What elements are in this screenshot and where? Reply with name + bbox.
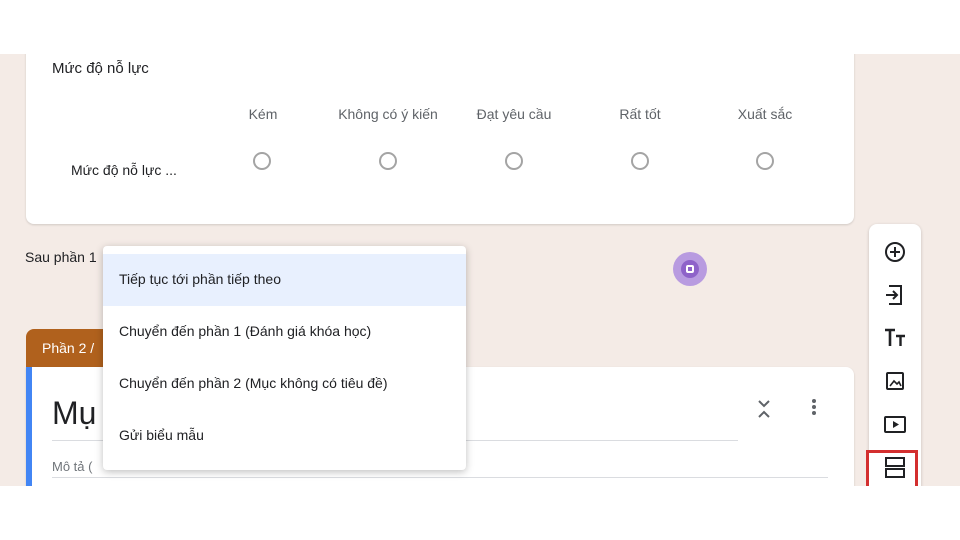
- section-description[interactable]: Mô tả (: [52, 459, 92, 474]
- go-to-section-dropdown[interactable]: Tiếp tục tới phần tiếp theo Chuyển đến p…: [103, 246, 466, 470]
- more-options-icon[interactable]: [806, 395, 822, 419]
- add-image-icon[interactable]: [879, 365, 911, 397]
- radio-button[interactable]: [756, 152, 774, 170]
- floating-extension-icon[interactable]: [673, 252, 707, 286]
- add-question-icon[interactable]: [879, 236, 911, 268]
- side-toolbar: [869, 224, 921, 486]
- import-questions-icon[interactable]: [879, 279, 911, 311]
- add-section-highlight: [866, 450, 918, 486]
- section-title[interactable]: Mụ: [52, 395, 96, 432]
- dropdown-option-section-1[interactable]: Chuyển đến phần 1 (Đánh giá khóa học): [103, 306, 466, 358]
- form-editor: Mức độ nỗ lực Kém Không có ý kiến Đạt yê…: [0, 54, 960, 486]
- radio-button[interactable]: [379, 152, 397, 170]
- column-header: Không có ý kiến: [338, 106, 438, 122]
- radio-button[interactable]: [505, 152, 523, 170]
- row-label: Mức độ nỗ lực ...: [71, 162, 177, 178]
- column-header: Rất tốt: [619, 106, 661, 122]
- question-title: Mức độ nỗ lực: [52, 60, 149, 77]
- column-header: Kém: [248, 106, 278, 122]
- section-accent-bar: [26, 367, 32, 486]
- radio-button[interactable]: [253, 152, 271, 170]
- dropdown-option-section-2[interactable]: Chuyển đến phần 2 (Mục không có tiêu đề): [103, 358, 466, 410]
- column-header: Đạt yêu cầu: [476, 106, 552, 122]
- description-underline: [52, 477, 828, 478]
- after-section-label: Sau phần 1: [25, 249, 97, 265]
- grid-question-card[interactable]: Mức độ nỗ lực Kém Không có ý kiến Đạt yê…: [26, 54, 854, 224]
- column-header: Xuất sắc: [737, 106, 793, 122]
- add-video-icon[interactable]: [879, 408, 911, 440]
- dropdown-option-submit[interactable]: Gửi biểu mẫu: [103, 410, 466, 462]
- collapse-icon[interactable]: [754, 397, 774, 421]
- add-title-icon[interactable]: [879, 322, 911, 354]
- dropdown-option-continue[interactable]: Tiếp tục tới phần tiếp theo: [103, 254, 466, 306]
- radio-button[interactable]: [631, 152, 649, 170]
